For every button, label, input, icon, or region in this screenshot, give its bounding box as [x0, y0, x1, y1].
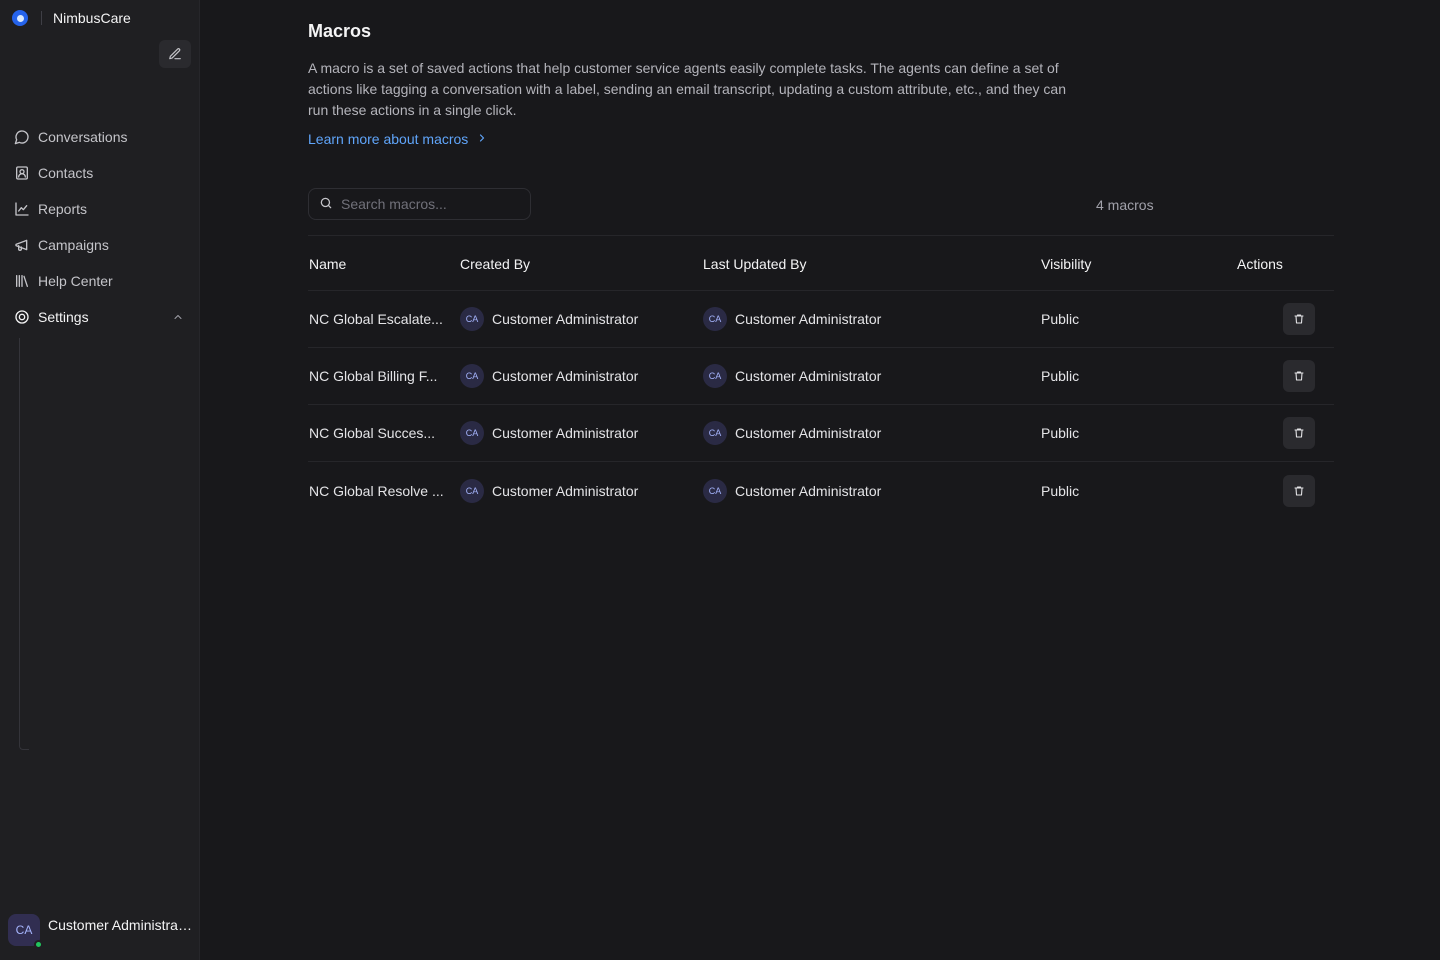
delete-button[interactable] — [1283, 303, 1315, 335]
created-by-name: Customer Administrator — [492, 311, 639, 327]
created-by-name: Customer Administrator — [492, 425, 639, 441]
column-header-visibility: Visibility — [1041, 255, 1092, 272]
avatar: CA — [460, 478, 484, 503]
sidebar-item-label: Reports — [38, 201, 88, 217]
page-description: A macro is a set of saved actions that h… — [308, 60, 1066, 118]
sidebar-item-reports[interactable]: Reports — [8, 191, 192, 227]
created-by-cell: CA Customer Administrator — [460, 478, 703, 503]
library-icon — [14, 273, 30, 289]
macro-name[interactable]: NC Global Resolve ... — [308, 483, 460, 499]
sidebar-item-conversations[interactable]: Conversations — [8, 119, 192, 155]
actions-cell — [1237, 417, 1334, 449]
trash-icon — [1294, 428, 1304, 438]
search-box[interactable] — [308, 188, 531, 220]
avatar-initials: CA — [15, 923, 33, 937]
avatar: CA — [703, 421, 727, 445]
chevron-up-icon[interactable] — [172, 310, 184, 326]
last-updated-by-cell: CA Customer Administrator — [703, 421, 1041, 445]
brand-name: NimbusCare — [53, 10, 131, 26]
created-by-name: Customer Administrator — [492, 368, 639, 384]
megaphone-icon — [14, 237, 30, 253]
settings-submenu-tree-line — [19, 338, 29, 750]
trash-icon — [1294, 485, 1304, 496]
table-header-row: Name Created By Last Updated By Visibili… — [308, 237, 1334, 291]
actions-cell — [1237, 474, 1334, 507]
table-row[interactable]: NC Global Resolve ... CA Customer Admini… — [308, 462, 1334, 519]
sidebar-item-label: Contacts — [38, 165, 94, 181]
created-by-cell: CA Customer Administrator — [460, 421, 703, 445]
last-updated-by-cell: CA Customer Administrator — [703, 364, 1041, 388]
user-name: Customer Administrator — [48, 917, 192, 933]
delete-button[interactable] — [1283, 474, 1315, 507]
brand-divider — [41, 11, 42, 25]
macro-name[interactable]: NC Global Escalate... — [308, 311, 460, 327]
macros-toolbar: 4 macros — [308, 188, 1334, 236]
sidebar-item-contacts[interactable]: Contacts — [8, 155, 192, 191]
settings-icon — [14, 309, 30, 325]
macro-name[interactable]: NC Global Billing F... — [308, 368, 460, 384]
compose-button[interactable] — [159, 40, 191, 68]
last-updated-by-cell: CA Customer Administrator — [703, 307, 1041, 331]
column-header-created-by: Created By — [460, 255, 531, 272]
last-updated-by-name: Customer Administrator — [735, 311, 882, 327]
avatar: CA — [703, 364, 727, 388]
learn-more-label: Learn more about macros — [308, 131, 469, 147]
column-header-last-updated-by: Last Updated By — [703, 255, 807, 272]
chat-bubble-icon — [14, 129, 30, 145]
created-by-cell: CA Customer Administrator — [460, 307, 703, 331]
delete-button[interactable] — [1283, 417, 1315, 449]
pencil-icon — [169, 48, 181, 60]
table-row[interactable]: NC Global Escalate... CA Customer Admini… — [308, 291, 1334, 348]
column-header-actions: Actions — [1237, 255, 1283, 272]
avatar: CA — [703, 307, 727, 331]
actions-cell — [1237, 303, 1334, 335]
page-title: Macros — [308, 21, 372, 41]
search-icon — [319, 196, 333, 213]
last-updated-by-name: Customer Administrator — [735, 482, 882, 499]
avatar: CA — [460, 307, 484, 331]
line-chart-icon — [14, 201, 30, 217]
sidebar-item-label: Settings — [38, 309, 89, 325]
visibility-value: Public — [1041, 368, 1080, 384]
last-updated-by-name: Customer Administrator — [735, 368, 882, 384]
trash-icon — [1294, 314, 1304, 324]
last-updated-by-name: Customer Administrator — [735, 425, 882, 441]
learn-more-link[interactable]: Learn more about macros — [308, 129, 488, 149]
avatar: CA — [8, 914, 43, 949]
visibility-value: Public — [1041, 482, 1080, 499]
table-row[interactable]: NC Global Billing F... CA Customer Admin… — [308, 348, 1334, 405]
column-header-name: Name — [309, 255, 347, 272]
delete-button[interactable] — [1283, 360, 1315, 392]
sidebar-item-campaigns[interactable]: Campaigns — [8, 227, 192, 263]
avatar: CA — [460, 364, 484, 388]
macros-count: 4 macros — [1096, 197, 1154, 213]
visibility-value: Public — [1041, 425, 1080, 441]
avatar: CA — [460, 421, 484, 445]
created-by-cell: CA Customer Administrator — [460, 364, 703, 388]
sidebar-item-settings[interactable]: Settings — [8, 299, 192, 335]
chevron-right-icon — [476, 131, 488, 147]
page-header: Macros A macro is a set of saved actions… — [308, 20, 1334, 149]
search-input[interactable] — [341, 196, 521, 212]
visibility-value: Public — [1041, 311, 1080, 327]
macro-name[interactable]: NC Global Succes... — [308, 425, 460, 441]
online-status-indicator — [34, 940, 43, 949]
brand-logo-icon — [12, 10, 28, 26]
sidebar-item-label: Campaigns — [38, 237, 109, 253]
sidebar-item-help-center[interactable]: Help Center — [8, 263, 192, 299]
macros-table: Name Created By Last Updated By Visibili… — [308, 237, 1334, 519]
created-by-name: Customer Administrator — [492, 482, 639, 499]
table-row[interactable]: NC Global Succes... CA Customer Administ… — [308, 405, 1334, 462]
sidebar-nav: Conversations Contacts Reports Campaigns… — [8, 119, 192, 335]
actions-cell — [1237, 360, 1334, 392]
last-updated-by-cell: CA Customer Administrator — [703, 478, 1041, 503]
contact-book-icon — [14, 165, 30, 181]
user-profile[interactable]: CA Customer Administrator — [8, 914, 192, 949]
sidebar-item-label: Conversations — [38, 129, 128, 145]
avatar: CA — [703, 478, 727, 503]
sidebar-item-label: Help Center — [38, 273, 113, 289]
trash-icon — [1294, 371, 1304, 381]
sidebar: NimbusCare Conversations Contacts Report… — [0, 0, 200, 960]
brand[interactable]: NimbusCare — [12, 8, 131, 28]
